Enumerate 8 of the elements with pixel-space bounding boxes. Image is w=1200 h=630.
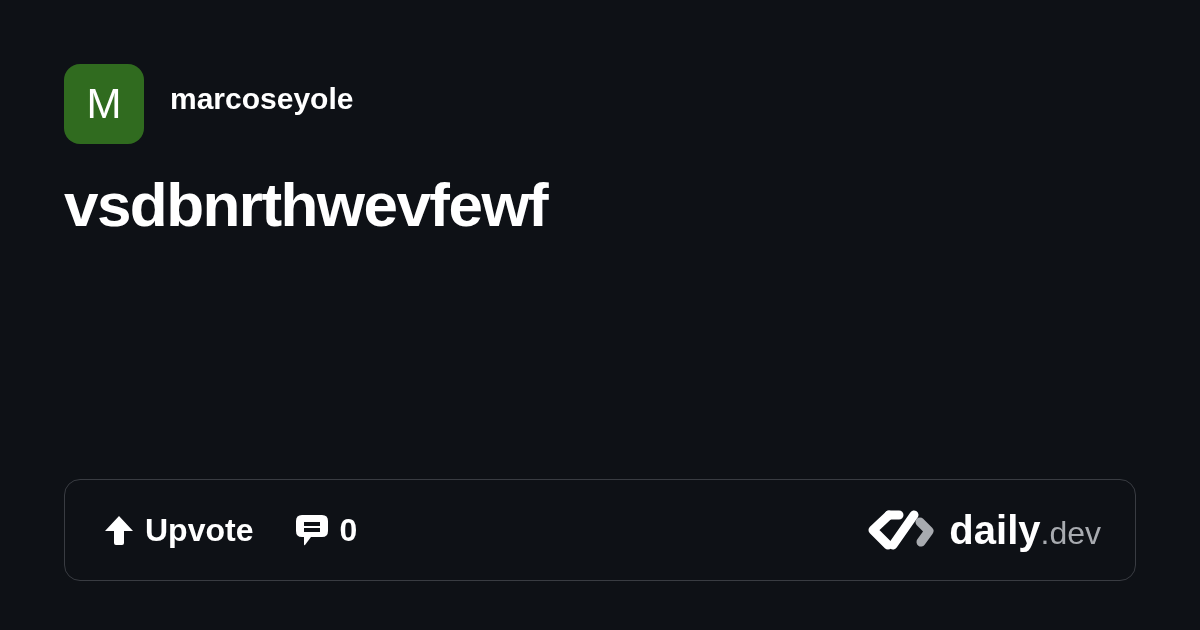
- comments-button[interactable]: 0: [295, 506, 358, 554]
- logo-wordmark: daily.dev: [949, 510, 1101, 550]
- author-name: marcoseyole: [170, 84, 354, 114]
- avatar: M: [64, 64, 144, 144]
- upvote-button[interactable]: Upvote: [103, 506, 254, 554]
- comment-icon: [295, 513, 330, 547]
- post-title: vsdbnrthwevfewf: [64, 169, 550, 241]
- arrow-up-icon: [103, 514, 135, 546]
